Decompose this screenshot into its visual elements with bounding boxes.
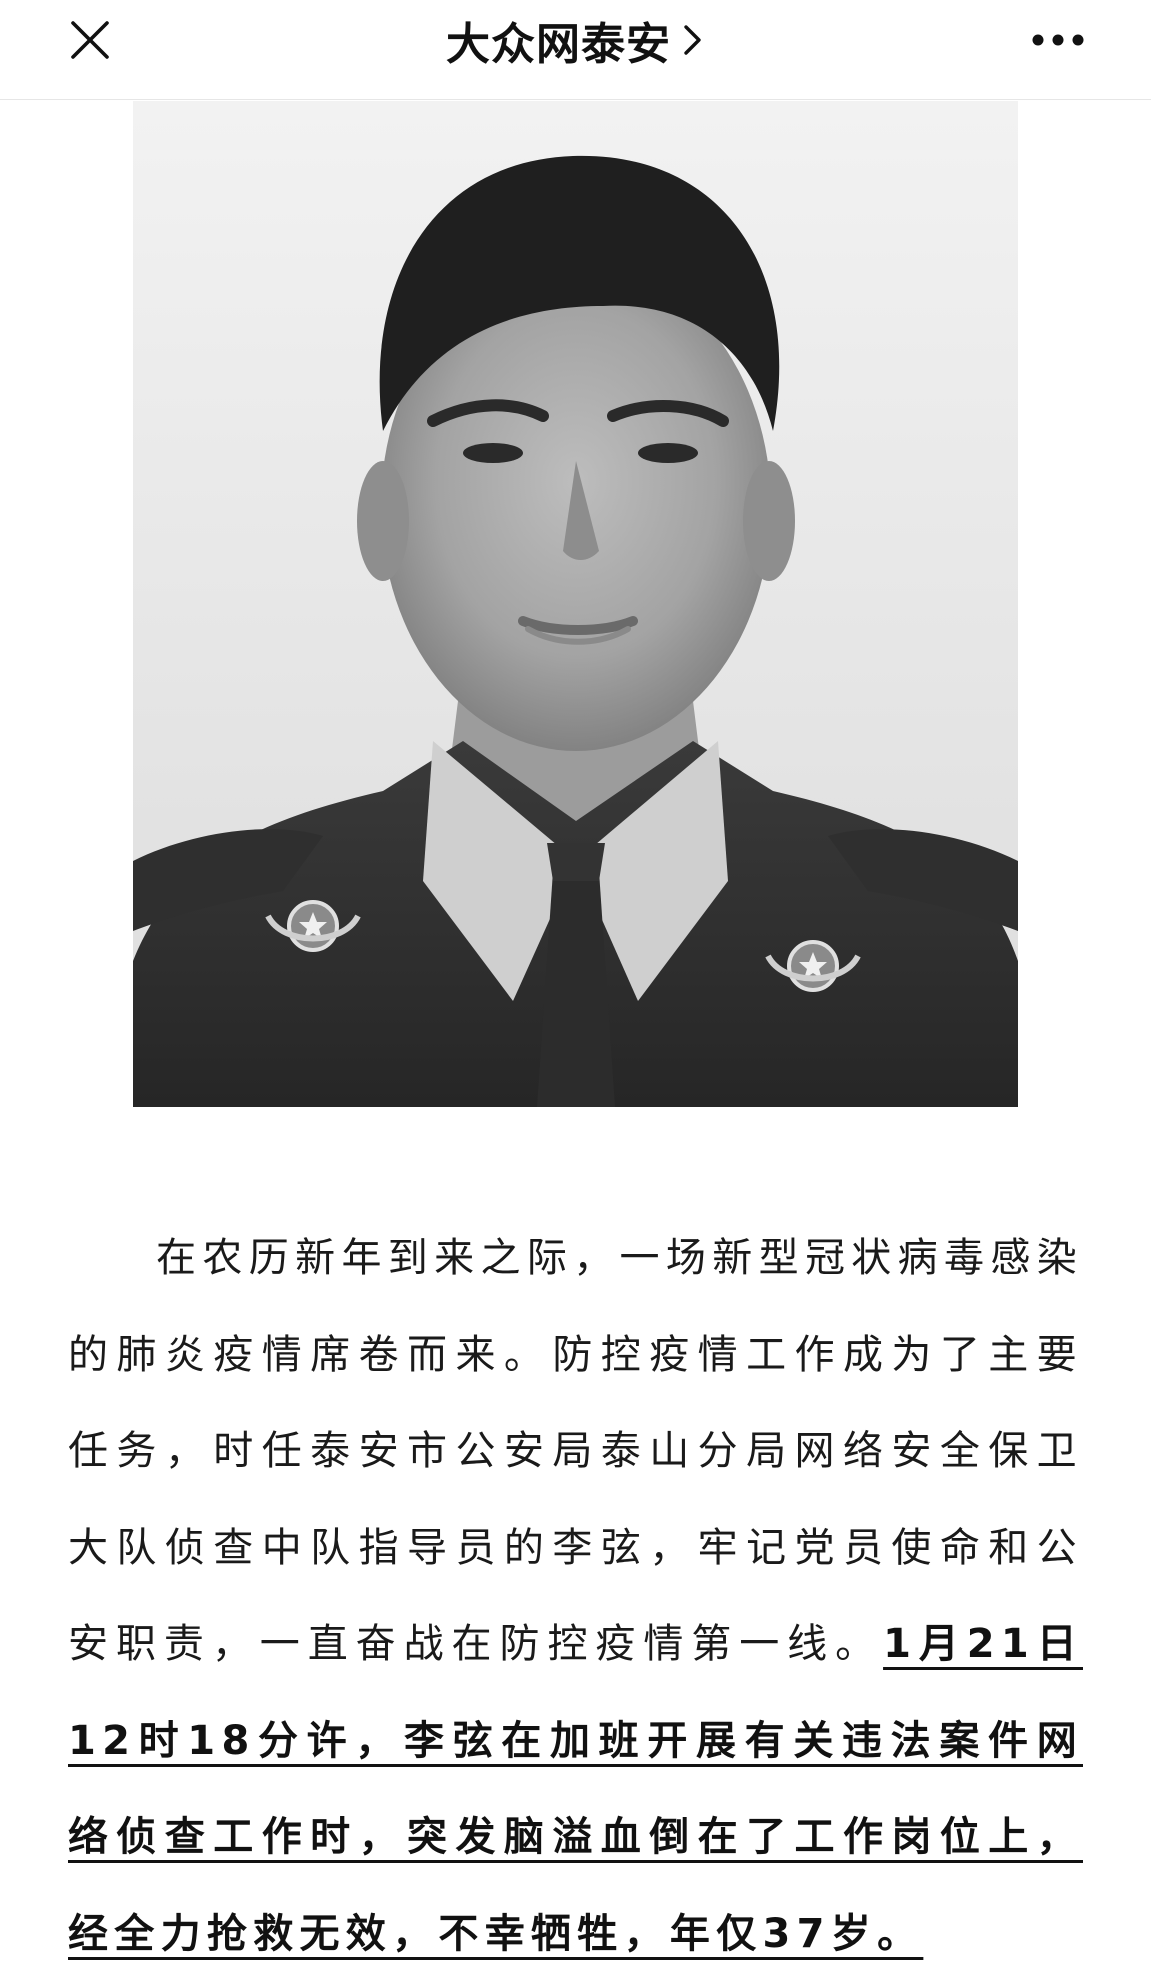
article-paragraph: 在农历新年到来之际，一场新型冠状病毒感染的肺炎疫情席卷而来。防控疫情工作成为了主…: [68, 1210, 1083, 1982]
chevron-right-icon: [684, 25, 701, 55]
photo-area: [0, 101, 1151, 1111]
portrait-illustration: [133, 101, 1018, 1107]
more-options-button[interactable]: [1023, 10, 1093, 70]
article-text-emphasis: 1月21日12时18分许，李弦在加班开展有关违法案件网络侦查工作时，突发脑溢血倒…: [68, 1621, 1083, 1957]
article-text-plain: 在农历新年到来之际，一场新型冠状病毒感染的肺炎疫情席卷而来。防控疫情工作成为了主…: [68, 1235, 1083, 1667]
account-name: 大众网泰安: [446, 19, 671, 70]
more-dots-icon: [1032, 34, 1084, 46]
account-title-link[interactable]: 大众网泰安: [0, 0, 1151, 80]
portrait-photo[interactable]: [133, 101, 1018, 1107]
top-bar: 大众网泰安: [0, 0, 1151, 100]
